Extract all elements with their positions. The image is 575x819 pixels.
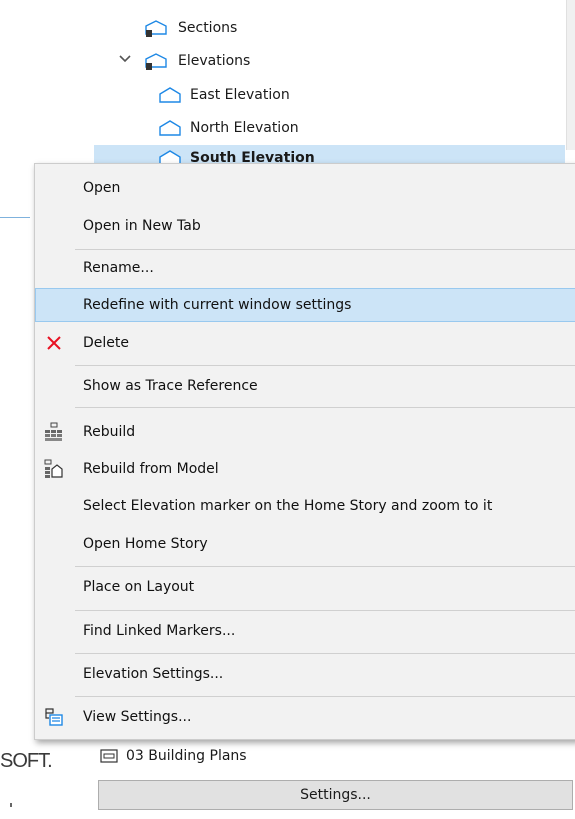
menu-item-label: Place on Layout — [83, 579, 195, 595]
tree-scrollbar[interactable] — [566, 0, 575, 150]
menu-item-redefine[interactable]: Redefine with current window settings — [35, 288, 575, 322]
tree-item-label: South Elevation — [190, 150, 315, 163]
rebuild-from-model-icon — [44, 459, 64, 479]
chevron-down-icon[interactable] — [118, 52, 132, 66]
tree-item-elevations[interactable]: Elevations — [144, 46, 250, 76]
menu-item-label: Open — [83, 180, 121, 196]
menu-item-rebuild-from-model[interactable]: Rebuild from Model — [36, 452, 575, 486]
view-settings-icon — [44, 707, 64, 727]
menu-separator — [75, 407, 575, 408]
menu-item-open[interactable]: Open — [36, 171, 575, 205]
tree-item-label: Elevations — [178, 53, 251, 69]
menu-separator — [75, 696, 575, 697]
sections-folder-icon — [144, 18, 170, 38]
menu-separator — [75, 566, 575, 567]
menu-item-label: Rebuild — [83, 424, 136, 440]
left-panel-divider — [0, 217, 30, 218]
menu-item-delete[interactable]: Delete — [36, 326, 575, 360]
menu-separator — [75, 365, 575, 366]
menu-item-label: View Settings... — [83, 709, 192, 725]
menu-item-label: Delete — [83, 335, 129, 351]
menu-item-label: Elevation Settings... — [83, 666, 224, 682]
menu-item-view-settings[interactable]: View Settings... — [36, 700, 575, 734]
menu-item-label: Show as Trace Reference — [83, 378, 258, 394]
elevation-view-icon — [158, 149, 182, 163]
menu-item-show-as-trace-reference[interactable]: Show as Trace Reference — [36, 369, 575, 403]
tree-item-sections[interactable]: Sections — [144, 13, 237, 43]
tree-item-north-elevation[interactable]: North Elevation — [158, 113, 299, 143]
tree-item-label: 03 Building Plans — [126, 748, 247, 764]
tree-item-label: North Elevation — [190, 120, 299, 136]
brand-fragment: SOFT. — [0, 750, 53, 772]
menu-item-label: Rename... — [83, 260, 154, 276]
menu-item-label: Select Elevation marker on the Home Stor… — [83, 498, 493, 514]
menu-separator — [75, 653, 575, 654]
tree-item-label: Sections — [178, 20, 238, 36]
delete-x-icon — [44, 333, 64, 353]
tree-item-label: East Elevation — [190, 87, 290, 103]
menu-item-find-linked-markers[interactable]: Find Linked Markers... — [36, 614, 575, 648]
settings-button[interactable]: Settings... — [98, 780, 573, 810]
menu-item-label: Open in New Tab — [83, 218, 201, 234]
menu-item-place-on-layout[interactable]: Place on Layout — [36, 570, 575, 604]
menu-item-rebuild[interactable]: Rebuild — [36, 415, 575, 449]
left-marker — [10, 803, 12, 807]
menu-item-open-in-new-tab[interactable]: Open in New Tab — [36, 209, 575, 243]
tree-item-east-elevation[interactable]: East Elevation — [158, 80, 290, 110]
menu-item-label: Rebuild from Model — [83, 461, 219, 477]
menu-item-label: Redefine with current window settings — [83, 297, 352, 313]
tree-item-south-elevation[interactable]: South Elevation — [94, 145, 565, 163]
menu-item-open-home-story[interactable]: Open Home Story — [36, 527, 575, 561]
elevations-folder-icon — [144, 51, 170, 71]
elevation-view-icon — [158, 86, 182, 104]
menu-separator — [75, 249, 575, 250]
menu-item-rename[interactable]: Rename... — [36, 251, 575, 285]
menu-item-label: Find Linked Markers... — [83, 623, 236, 639]
rebuild-icon — [44, 422, 64, 442]
elevation-view-icon — [158, 119, 182, 137]
layout-book-icon — [100, 749, 118, 763]
menu-item-select-elevation-marker[interactable]: Select Elevation marker on the Home Stor… — [36, 489, 575, 523]
menu-item-elevation-settings[interactable]: Elevation Settings... — [36, 657, 575, 691]
menu-item-label: Open Home Story — [83, 536, 208, 552]
tree-item-building-plans[interactable]: 03 Building Plans — [100, 748, 247, 764]
menu-separator — [75, 610, 575, 611]
context-menu: Open Open in New Tab Rename... Redefine … — [34, 163, 575, 740]
